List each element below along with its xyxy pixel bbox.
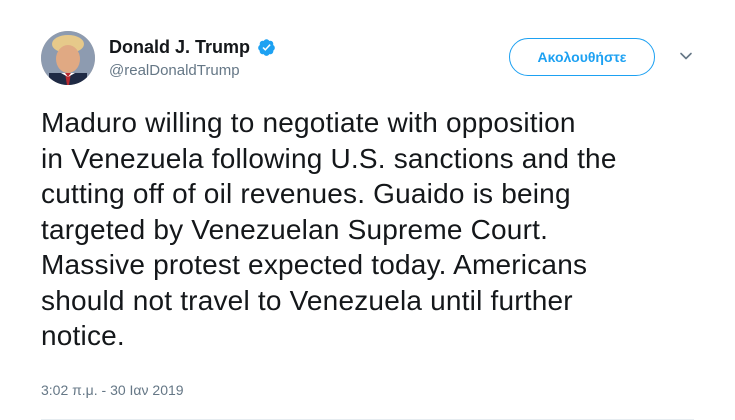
tweet-header: Donald J. Trump @realDonaldTrump Ακολουθ… [41,31,694,89]
verified-badge-icon [258,38,275,56]
avatar-image [41,31,95,85]
author-handle[interactable]: @realDonaldTrump [109,62,276,79]
display-name-row: Donald J. Trump [109,36,276,58]
tweet-card: Donald J. Trump @realDonaldTrump Ακολουθ… [0,0,735,420]
avatar[interactable] [41,31,95,85]
display-name[interactable]: Donald J. Trump [109,37,250,58]
author-names: Donald J. Trump @realDonaldTrump [109,36,276,79]
chevron-down-icon[interactable] [678,48,694,64]
tweet-text: Maduro willing to negotiate with opposit… [41,107,617,351]
follow-button[interactable]: Ακολουθήστε [509,38,655,76]
tweet-timestamp[interactable]: 3:02 π.μ. - 30 Ιαν 2019 [41,382,184,398]
